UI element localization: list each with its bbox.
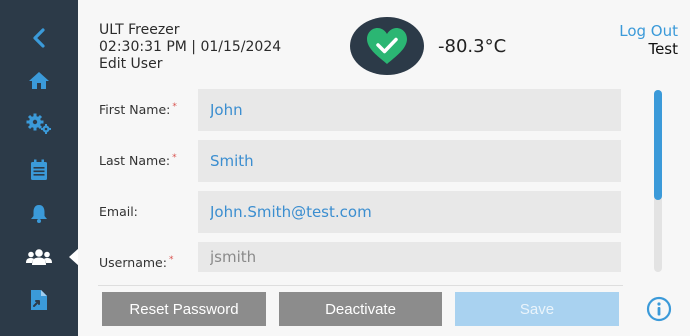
page-title: Edit User [99, 56, 163, 72]
first-name-label: First Name: * [99, 102, 177, 117]
deactivate-button[interactable]: Deactivate [279, 292, 442, 326]
status-indicator [350, 17, 424, 75]
last-name-label: Last Name: * [99, 153, 177, 168]
info-icon[interactable] [646, 296, 672, 322]
reset-password-button[interactable]: Reset Password [102, 292, 266, 326]
email-row: Email: [78, 191, 623, 233]
save-button[interactable]: Save [455, 292, 619, 326]
sidebar-item-settings[interactable] [0, 104, 78, 144]
last-name-field[interactable] [198, 140, 621, 182]
current-user: Test [648, 40, 678, 58]
heart-check-icon [367, 28, 407, 64]
home-icon [29, 72, 49, 89]
file-export-icon [31, 290, 47, 310]
bell-icon [31, 205, 47, 223]
header-info: ULT Freezer 02:30:31 PM | 01/15/2024 Edi… [99, 22, 281, 73]
first-name-field[interactable] [198, 89, 621, 131]
datetime: 02:30:31 PM | 01/15/2024 [99, 39, 282, 55]
temperature-readout: -80.3°C [438, 36, 507, 57]
users-icon [26, 249, 52, 265]
sidebar-item-users[interactable] [0, 237, 79, 277]
scrollbar-thumb[interactable] [654, 90, 662, 200]
email-field[interactable] [198, 191, 621, 233]
divider [98, 285, 623, 286]
sidebar [0, 0, 79, 336]
back-button[interactable] [0, 18, 78, 58]
username-row: Username: * [78, 242, 623, 284]
required-marker: * [168, 255, 174, 265]
required-marker: * [172, 153, 177, 163]
required-marker: * [172, 102, 177, 112]
gears-icon [26, 113, 51, 134]
sidebar-item-export[interactable] [0, 280, 78, 320]
calendar-icon [31, 159, 47, 180]
logout-link[interactable]: Log Out [619, 22, 678, 40]
sidebar-item-calendar[interactable] [0, 150, 78, 190]
last-name-row: Last Name: * [78, 140, 623, 182]
device-name: ULT Freezer [99, 22, 180, 38]
main-content: ULT Freezer 02:30:31 PM | 01/15/2024 Edi… [78, 0, 690, 336]
form-scrollbar[interactable] [654, 90, 662, 272]
sidebar-item-alarms[interactable] [0, 193, 78, 233]
username-field [198, 242, 621, 272]
email-label: Email: [99, 204, 138, 219]
username-label: Username: * [99, 255, 174, 270]
first-name-row: First Name: * [78, 89, 623, 131]
chevron-left-icon [33, 28, 45, 48]
sidebar-item-home[interactable] [0, 60, 78, 100]
